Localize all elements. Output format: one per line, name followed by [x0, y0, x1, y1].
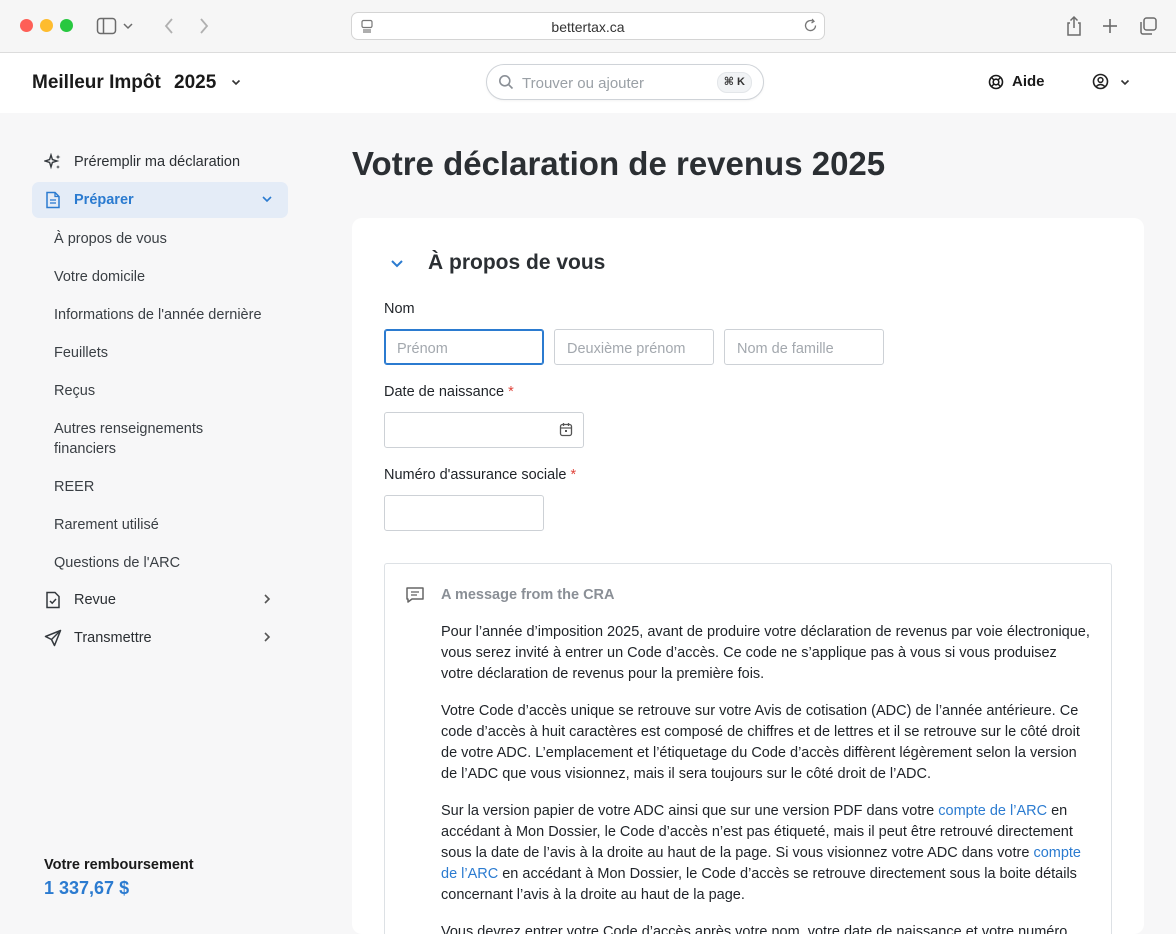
sidebar-subitem-about-you[interactable]: À propos de vous: [54, 229, 254, 249]
chevron-right-icon: [260, 630, 274, 648]
tab-overview-icon[interactable]: [1136, 14, 1160, 38]
back-icon[interactable]: [157, 14, 181, 38]
document-check-icon: [32, 591, 74, 609]
share-icon[interactable]: [1062, 14, 1086, 38]
sidebar-item-review[interactable]: Revue: [32, 582, 288, 618]
middle-name-field[interactable]: Deuxième prénom: [554, 329, 714, 365]
search-placeholder: Trouver ou ajouter: [522, 75, 645, 92]
message-paragraph: Pour l’année d’imposition 2025, avant de…: [441, 624, 1090, 682]
sin-field[interactable]: [384, 495, 544, 531]
lifebuoy-icon: [988, 74, 1004, 89]
search-icon: [498, 74, 514, 95]
sidebar-subitem-other-financial[interactable]: Autres renseignements financiers: [54, 419, 224, 459]
reload-icon[interactable]: [803, 18, 818, 38]
sidebar-subitem-slips[interactable]: Feuillets: [54, 343, 254, 363]
help-button[interactable]: Aide: [988, 73, 1045, 90]
url-text: bettertax.ca: [551, 19, 625, 35]
user-icon: [1092, 73, 1109, 90]
required-marker: *: [508, 384, 514, 400]
sidebar-subitem-receipts[interactable]: Reçus: [54, 381, 254, 401]
sidebar-subitem-rrsp[interactable]: REER: [54, 477, 254, 497]
sidebar-subitem-cra-questions[interactable]: Questions de l'ARC: [54, 553, 254, 573]
sidebar-item-prepare[interactable]: Préparer: [32, 182, 288, 218]
message-paragraph: Votre Code d’accès unique se retrouve su…: [441, 703, 1080, 782]
last-name-field[interactable]: Nom de famille: [724, 329, 884, 365]
search-shortcut-badge: ⌘ K: [716, 72, 752, 93]
section-title: À propos de vous: [428, 251, 606, 274]
sidebar-item-transmit[interactable]: Transmettre: [32, 620, 288, 656]
close-window-button[interactable]: [20, 19, 33, 32]
sidebar-toggle-icon[interactable]: [96, 14, 136, 38]
chevron-down-icon[interactable]: [388, 256, 406, 277]
tax-year-selector[interactable]: 2025: [174, 72, 216, 94]
cra-account-link[interactable]: compte de l’ARC: [938, 803, 1047, 819]
dob-label: Date de naissance *: [384, 384, 514, 400]
message-icon: [405, 586, 425, 609]
chevron-right-icon: [260, 592, 274, 610]
chevron-down-icon: [260, 192, 274, 210]
page-title: Votre déclaration de revenus 2025: [352, 145, 886, 182]
first-name-field[interactable]: Prénom: [384, 329, 544, 365]
sidebar-subitem-home[interactable]: Votre domicile: [54, 267, 254, 287]
new-tab-icon[interactable]: [1098, 14, 1122, 38]
user-menu[interactable]: [1092, 73, 1131, 90]
sidebar-item-label: Revue: [74, 592, 116, 608]
app-header: Meilleur Impôt 2025 Trouver ou ajouter ⌘…: [0, 53, 1176, 113]
maximize-window-button[interactable]: [60, 19, 73, 32]
date-of-birth-field[interactable]: [384, 412, 584, 448]
required-marker: *: [570, 467, 577, 483]
calendar-icon[interactable]: [559, 422, 573, 441]
forward-icon[interactable]: [192, 14, 216, 38]
sparkle-icon: [32, 153, 74, 171]
sidebar-subitem-rarely-used[interactable]: Rarement utilisé: [54, 515, 254, 535]
minimize-window-button[interactable]: [40, 19, 53, 32]
address-bar[interactable]: bettertax.ca: [351, 12, 825, 40]
sidebar-item-label: Préparer: [74, 192, 134, 208]
message-title: A message from the CRA: [441, 587, 615, 603]
refund-label: Votre remboursement: [44, 857, 194, 873]
sidebar: Préremplir ma déclaration Préparer À pro…: [0, 113, 320, 934]
message-paragraph: Sur la version papier de votre ADC ainsi…: [441, 803, 1081, 903]
brand-name[interactable]: Meilleur Impôt: [32, 72, 161, 94]
message-paragraph: Vous devrez entrer votre Code d’accès ap…: [441, 924, 1068, 934]
sidebar-item-label: Transmettre: [74, 630, 152, 646]
name-label: Nom: [384, 301, 415, 317]
help-label: Aide: [1012, 73, 1045, 90]
document-icon: [32, 191, 74, 209]
chevron-down-icon: [1120, 79, 1130, 85]
sin-label: Numéro d'assurance sociale *: [384, 467, 577, 483]
browser-toolbar: bettertax.ca: [0, 0, 1176, 53]
sidebar-item-label: Préremplir ma déclaration: [74, 154, 241, 170]
send-icon: [32, 629, 74, 647]
chevron-down-icon[interactable]: [230, 75, 242, 93]
search-input[interactable]: Trouver ou ajouter ⌘ K: [486, 64, 764, 100]
sidebar-subitem-last-year[interactable]: Informations de l'année dernière: [54, 305, 294, 325]
sidebar-item-prefill[interactable]: Préremplir ma déclaration: [32, 144, 288, 180]
refund-amount: 1 337,67 $: [44, 878, 130, 898]
